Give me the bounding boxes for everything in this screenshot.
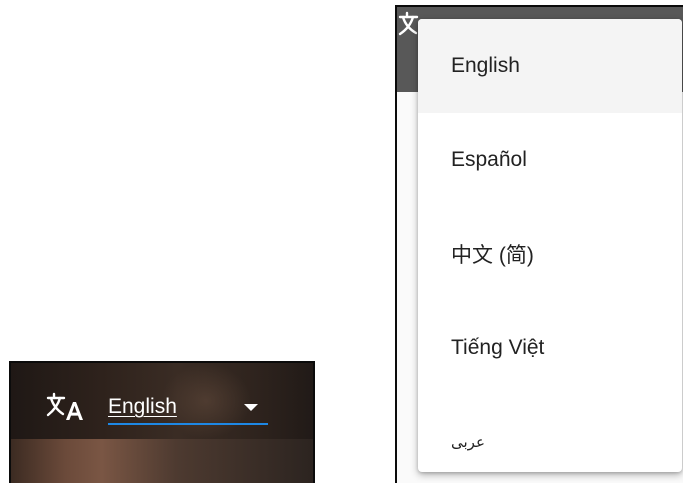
expanded-dropdown-panel: English Español 中文 (简) Tiếng Việt عربى [395, 5, 683, 483]
language-option-chinese-simplified[interactable]: 中文 (简) [418, 207, 682, 301]
select-underline [108, 423, 268, 425]
language-option-arabic[interactable]: عربى [418, 395, 682, 472]
screenshot-stage: English English Español 中文 (简) Tiếng Việ… [0, 0, 683, 483]
language-option-vietnamese[interactable]: Tiếng Việt [418, 301, 682, 395]
hero-image-strip [11, 439, 313, 483]
collapsed-selector-panel: English [9, 361, 315, 483]
caret-down-icon[interactable] [244, 404, 258, 411]
selected-language-label: English [108, 395, 177, 418]
language-selector[interactable]: English [46, 389, 268, 425]
language-option-spanish[interactable]: Español [418, 113, 682, 207]
language-option-english[interactable]: English [418, 19, 682, 113]
language-select-box[interactable]: English [108, 389, 268, 425]
translate-icon [46, 392, 94, 422]
language-dropdown-menu: English Español 中文 (简) Tiếng Việt عربى [418, 19, 682, 472]
